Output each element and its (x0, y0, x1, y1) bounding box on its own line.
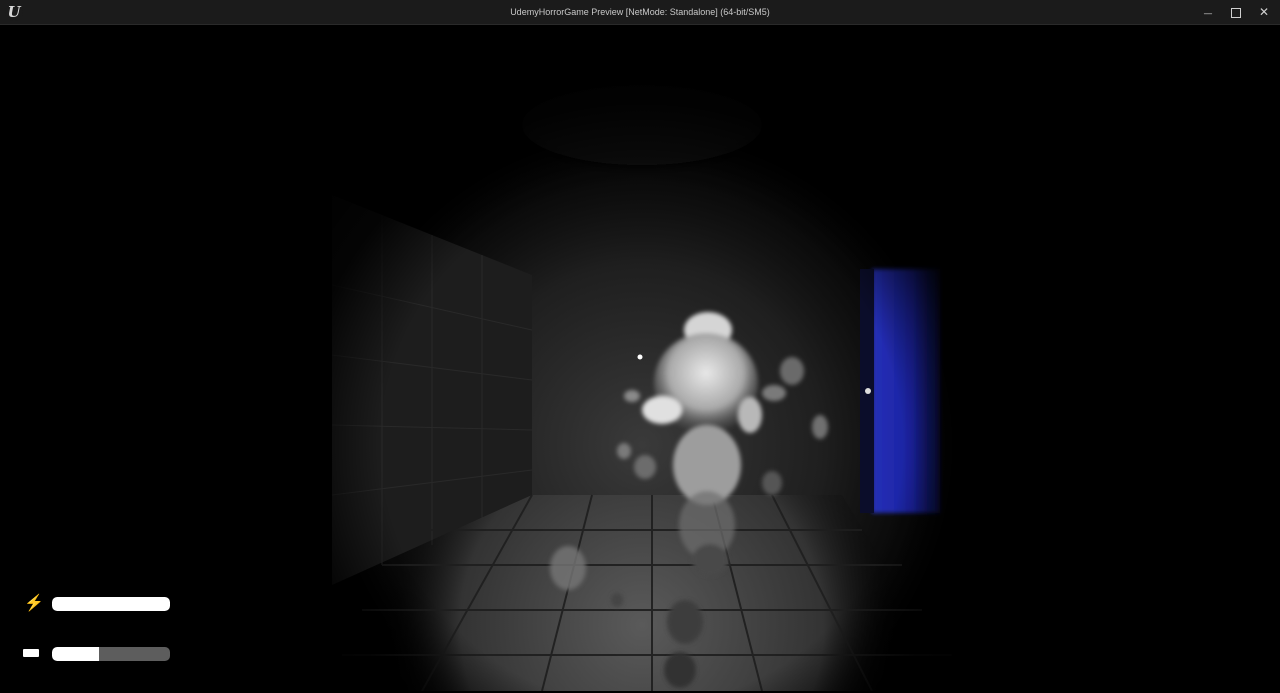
minimize-icon: — (1203, 9, 1213, 19)
stamina-bar-fill (52, 597, 170, 611)
close-button[interactable]: ✕ (1250, 0, 1278, 25)
flashlight-battery-bar-fill (52, 647, 100, 661)
minimize-button[interactable]: — (1194, 0, 1222, 25)
battery-icon (23, 649, 39, 657)
flashlight-battery-bar (52, 647, 170, 661)
scene-render (2, 25, 1278, 691)
close-icon: ✕ (1258, 5, 1270, 19)
window-titlebar[interactable]: U UdemyHorrorGame Preview [NetMode: Stan… (0, 0, 1280, 25)
unreal-engine-logo-icon: U (5, 3, 23, 21)
window-title: UdemyHorrorGame Preview [NetMode: Standa… (510, 7, 770, 17)
game-viewport[interactable]: ⚡ (2, 25, 1278, 691)
maximize-icon (1231, 7, 1241, 18)
lightning-bolt-icon: ⚡ (24, 595, 44, 612)
stamina-bar (52, 597, 170, 611)
maximize-button[interactable] (1222, 0, 1250, 25)
